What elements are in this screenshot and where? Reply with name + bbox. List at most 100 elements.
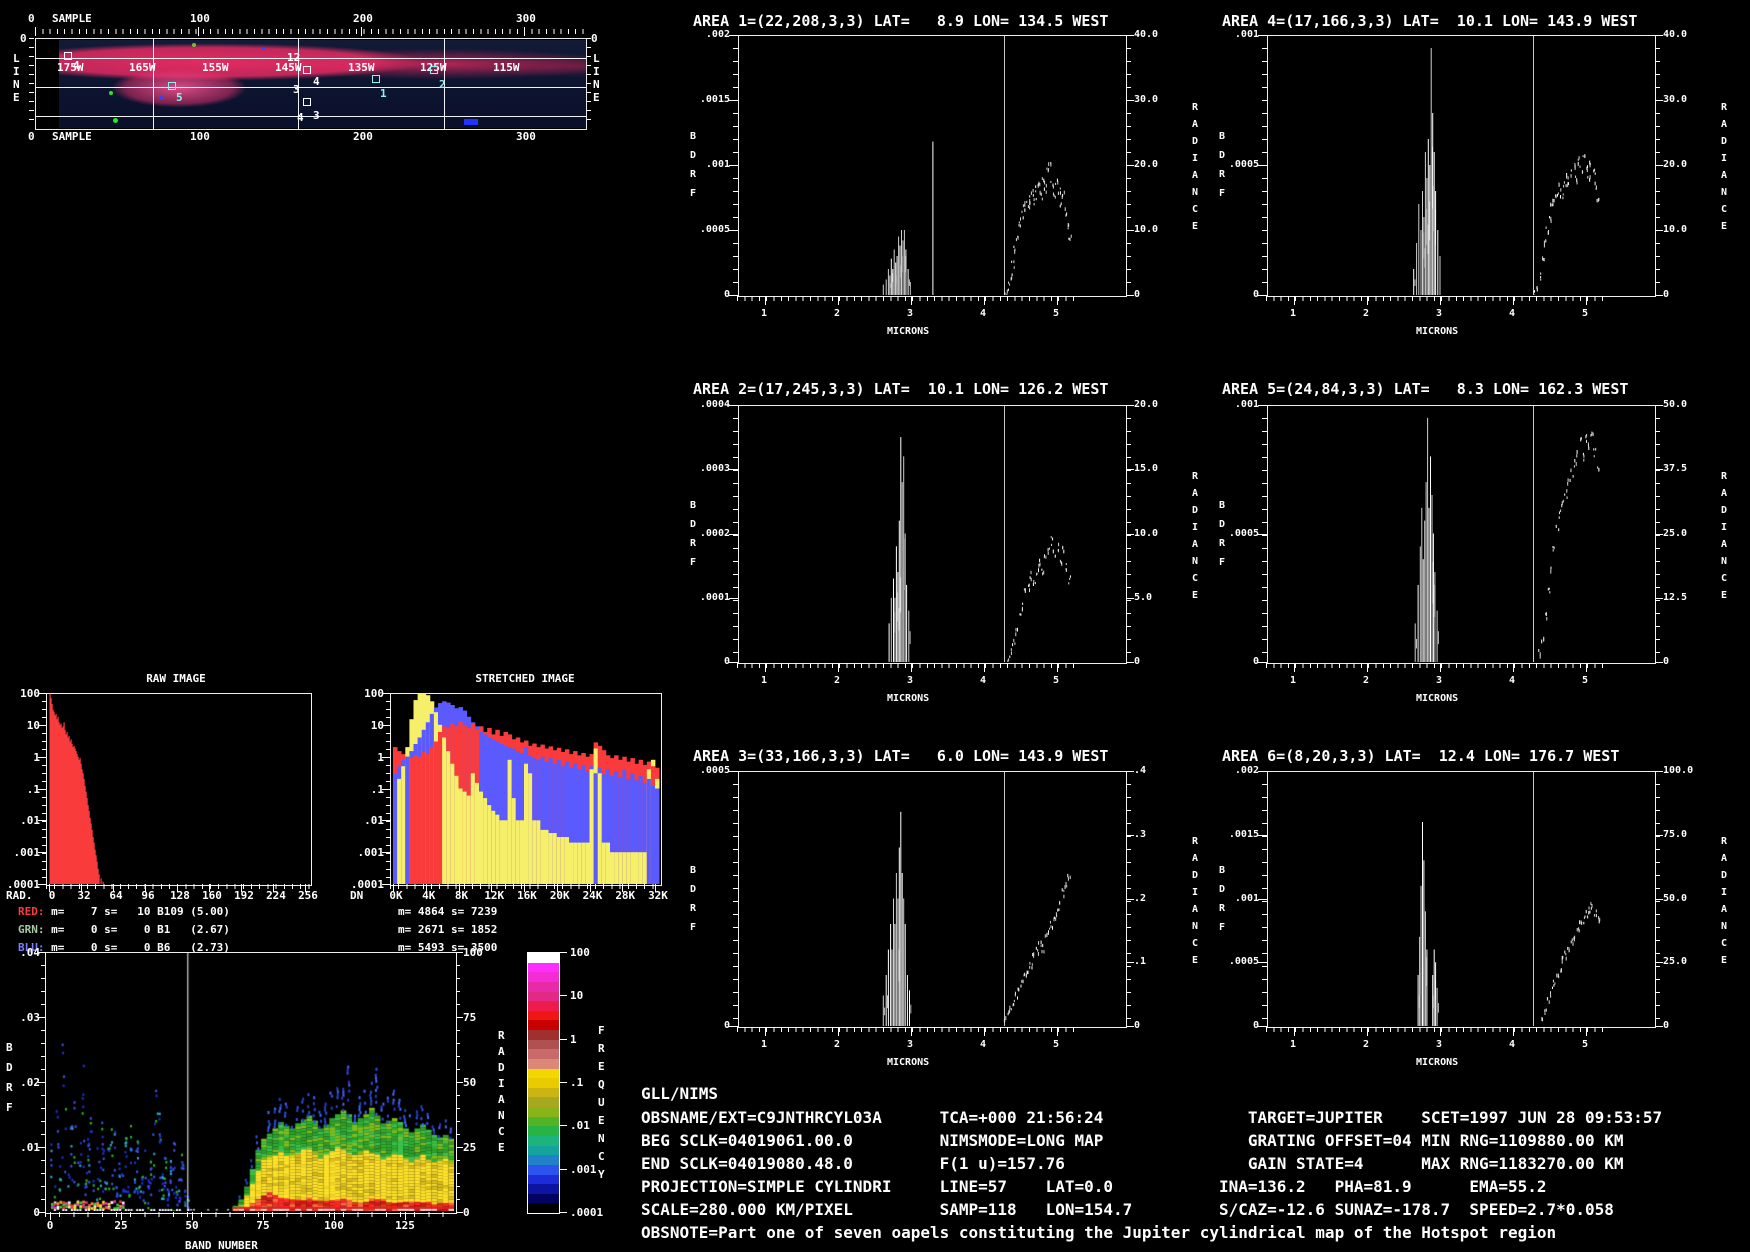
sample-tick-label: 100 xyxy=(190,131,210,142)
colorbar-segment xyxy=(528,972,559,982)
map-longitude-label: 115W xyxy=(493,62,520,73)
x-major-tick xyxy=(765,663,766,672)
raw-histogram-bars xyxy=(46,693,310,884)
x-major-tick xyxy=(1057,1027,1058,1036)
colorbar-segment xyxy=(528,1155,559,1165)
microns-axis-label: MICRONS xyxy=(1416,327,1458,337)
bdrf-tick-label: .0001 xyxy=(686,593,730,603)
radiance-tick-label: 0 xyxy=(1663,290,1669,300)
bdrf-axis-label: BDRF xyxy=(1219,127,1225,203)
x-major-tick xyxy=(911,663,912,672)
radiance-axis-label: RADIANCE xyxy=(1192,833,1198,969)
band-tick-label: 100 xyxy=(322,1220,346,1231)
y-major-tick xyxy=(729,534,738,535)
freq-tick-label: 1 xyxy=(2,752,40,763)
map-area-number: 4 xyxy=(73,60,80,71)
freq-tick-label: .001 xyxy=(2,847,40,858)
radiance-axis-label: RADIANCE xyxy=(1721,468,1727,604)
x-major-tick xyxy=(459,884,460,892)
band-stats-values: m= 7 s= 10 B109 (5.00) xyxy=(45,905,230,918)
map-area-square xyxy=(303,98,311,106)
x-axis-prefix: DN xyxy=(350,890,363,901)
band-stats-line: GRN: m= 0 s= 0 B1 (2.67) xyxy=(18,924,230,935)
radiance-tick-label: 0 xyxy=(1134,657,1140,667)
r-major-tick xyxy=(1655,469,1663,470)
map-area-number: 4 xyxy=(313,76,320,87)
freq-tick-label: 10 xyxy=(346,720,384,731)
x-major-tick xyxy=(1513,296,1514,305)
y-axis-ticks xyxy=(41,952,45,1212)
y-major-tick xyxy=(38,852,46,853)
colorbar-segment xyxy=(528,1126,559,1136)
map-area-number: 3 xyxy=(293,84,300,95)
y-major-tick xyxy=(1258,771,1267,772)
dn-tick-label: 8K xyxy=(449,890,475,901)
bdrf-tick-label: .04 xyxy=(14,947,40,958)
bdrf-tick-label: .02 xyxy=(14,1077,40,1088)
colorbar-segment xyxy=(528,1203,559,1213)
info-line: OBSNOTE=Part one of seven oapels constit… xyxy=(641,1221,1662,1244)
radiance-tick-label: .1 xyxy=(1134,957,1146,967)
y-major-tick xyxy=(1258,899,1267,900)
x-major-tick xyxy=(49,884,50,892)
map-area-number: 4 xyxy=(297,112,304,123)
colorbar-segment xyxy=(528,1117,559,1127)
freq-tick-label: 100 xyxy=(2,688,40,699)
micron-tick-label: 3 xyxy=(1436,1040,1442,1050)
r-major-tick xyxy=(1126,469,1134,470)
r-major-tick xyxy=(1126,295,1134,296)
map-speckle xyxy=(262,47,265,50)
micron-tick-label: 4 xyxy=(980,676,986,686)
x-major-tick xyxy=(1440,296,1441,305)
freq-tick-label: .1 xyxy=(346,784,384,795)
bdrf-axis-label: BDRF xyxy=(1219,861,1225,937)
radiance-tick-label: 20.0 xyxy=(1663,160,1687,170)
x-axis-ticks xyxy=(1266,1027,1608,1032)
freq-tick-label: 100 xyxy=(346,688,384,699)
y-major-tick xyxy=(729,100,738,101)
area-plot-title: AREA 1=(22,208,3,3) LAT= 8.9 LON= 134.5 … xyxy=(693,14,1130,29)
freq-tick-label: 10 xyxy=(2,720,40,731)
map-grid-line-h xyxy=(36,87,586,88)
radiance-tick-label: 15.0 xyxy=(1134,464,1158,474)
sample-tick-label: 0 xyxy=(28,131,35,142)
colorbar-segment xyxy=(528,1020,559,1030)
colorbar-segment xyxy=(528,1165,559,1175)
y-major-tick xyxy=(38,789,46,790)
bdrf-tick-label: .001 xyxy=(1215,400,1259,410)
x-axis-prefix: RAD. xyxy=(6,890,33,901)
map-frame xyxy=(35,38,587,130)
r-major-tick xyxy=(1655,962,1663,963)
micron-tick-label: 5 xyxy=(1053,309,1059,319)
band-stats-line: RED: m= 7 s= 10 B109 (5.00) xyxy=(18,906,230,917)
bdrf-axis-label: BDRF xyxy=(690,127,696,203)
sample-tick-label: 100 xyxy=(190,13,210,24)
freq-tick-label: 1 xyxy=(346,752,384,763)
band-number-axis-label: BAND NUMBER xyxy=(185,1240,258,1251)
radiance-tick-label: 50.0 xyxy=(1663,894,1687,904)
r-major-tick xyxy=(1126,165,1134,166)
radiance-axis-label: RADIANCE xyxy=(1192,99,1198,235)
map-longitude-label: 155W xyxy=(202,62,229,73)
x-axis-ticks xyxy=(45,1212,455,1217)
r-major-tick xyxy=(1655,598,1663,599)
x-major-tick xyxy=(1586,663,1587,672)
sample-major-tick xyxy=(524,27,525,36)
area-plot-title: AREA 2=(17,245,3,3) LAT= 10.1 LON= 126.2… xyxy=(693,382,1130,397)
colorbar-segment xyxy=(528,1184,559,1194)
x-major-tick xyxy=(1586,1027,1587,1036)
radiance-axis-label: RADIANCE xyxy=(1192,468,1198,604)
x-major-tick xyxy=(655,884,656,892)
freq-tick-label: .01 xyxy=(346,815,384,826)
radiance-tick-label: 5.0 xyxy=(1134,593,1152,603)
sample-axis-label: SAMPLE xyxy=(52,13,92,24)
x-major-tick xyxy=(911,1027,912,1036)
r-major-tick xyxy=(1655,835,1663,836)
y-major-tick xyxy=(38,725,46,726)
micron-tick-label: 2 xyxy=(1363,676,1369,686)
bdrf-tick-label: .0003 xyxy=(686,464,730,474)
colorbar-segment xyxy=(528,963,559,973)
x-axis-ticks xyxy=(1266,663,1608,668)
y-major-tick xyxy=(38,757,46,758)
map-area-square xyxy=(430,66,438,74)
